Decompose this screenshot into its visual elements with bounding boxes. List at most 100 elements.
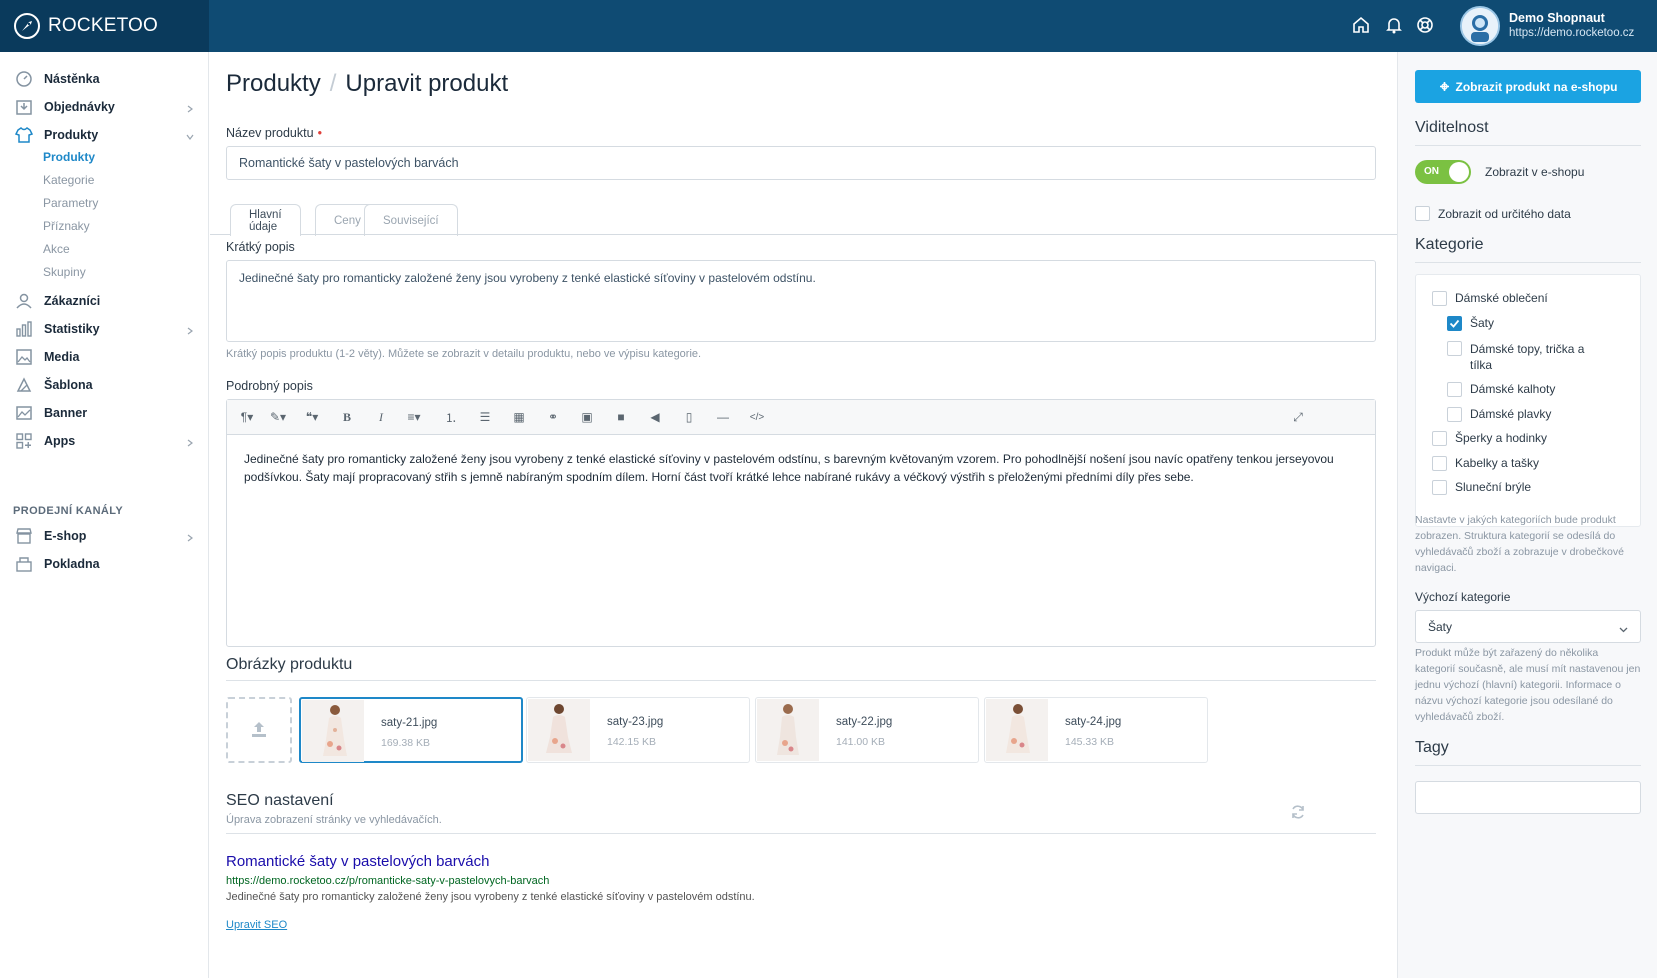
date-checkbox[interactable] — [1415, 206, 1430, 221]
logo[interactable]: ROCKETOO — [0, 0, 209, 52]
seo-divider — [226, 833, 1376, 834]
align-icon[interactable]: ≡▾ — [403, 409, 425, 425]
editor-content[interactable]: Jedinečné šaty pro romanticky založené ž… — [227, 435, 1375, 501]
sidebar-item-label: Statistiky — [44, 322, 100, 336]
image-filesize: 169.38 KB — [381, 737, 431, 749]
sidebar-sub-products[interactable]: Produkty — [43, 150, 95, 164]
sidebar-item-media[interactable]: Media — [14, 345, 194, 369]
sidebar-sub-parameters[interactable]: Parametry — [43, 196, 98, 210]
date-checkbox-label: Zobrazit od určitého data — [1438, 207, 1571, 221]
sidebar-item-apps[interactable]: Apps — [14, 429, 194, 453]
page-title: Upravit produkt — [345, 70, 509, 97]
banner-icon — [14, 403, 34, 423]
image-icon — [14, 347, 34, 367]
image-card[interactable]: saty-24.jpg 145.33 KB — [984, 697, 1208, 763]
categories-help: Nastavte v jakých kategoriích bude produ… — [1415, 514, 1624, 574]
category-checkbox[interactable] — [1432, 291, 1447, 306]
visibility-toggle[interactable]: ON — [1415, 160, 1471, 184]
rich-text-editor[interactable]: ¶▾ ✎▾ ❝▾ B I ≡▾ ⒈ ☰ ▦ ⚭ ▣ ■ ◀ ▯ — </> ⤢ … — [226, 399, 1376, 647]
category-checkbox[interactable] — [1447, 382, 1462, 397]
file-icon[interactable]: ▯ — [680, 409, 698, 425]
breadcrumb-parent[interactable]: Produkty — [226, 70, 321, 97]
link-icon[interactable]: ⚭ — [544, 409, 562, 425]
unordered-list-icon[interactable]: ☰ — [476, 409, 494, 425]
image-filesize: 142.15 KB — [607, 736, 657, 748]
toggle-text: Zobrazit v e-shopu — [1485, 165, 1585, 179]
chart-icon — [14, 319, 34, 339]
logo-text: ROCKETOO — [48, 15, 158, 36]
image-card[interactable]: saty-22.jpg 141.00 KB — [755, 697, 979, 763]
breadcrumb: Produkty / Upravit produkt — [226, 70, 508, 98]
ordered-list-icon[interactable]: ⒈ — [442, 409, 460, 425]
sidebar-item-banner[interactable]: Banner — [14, 401, 194, 425]
sidebar-item-eshop[interactable]: E-shop — [14, 524, 194, 548]
fullscreen-icon[interactable]: ⤢ — [1289, 409, 1307, 425]
sidebar-item-label: Banner — [44, 406, 88, 420]
video-icon[interactable]: ■ — [612, 409, 630, 425]
sidebar-item-template[interactable]: Šablona — [14, 373, 194, 397]
image-card[interactable]: saty-23.jpg 142.15 KB — [526, 697, 750, 763]
long-desc-label: Podrobný popis — [226, 379, 313, 393]
category-checkbox[interactable] — [1447, 341, 1462, 356]
bell-icon[interactable] — [1385, 16, 1405, 36]
table-icon[interactable]: ▦ — [510, 409, 528, 425]
magic-wand-icon[interactable]: ✎▾ — [267, 409, 289, 425]
upload-icon — [249, 720, 269, 741]
category-checkbox[interactable] — [1447, 316, 1462, 331]
upload-button[interactable] — [226, 697, 292, 763]
italic-icon[interactable]: I — [372, 409, 390, 425]
short-desc-help: Krátký popis produktu (1-2 věty). Můžete… — [226, 348, 702, 360]
toggle-on-label: ON — [1424, 166, 1439, 177]
sidebar-item-register[interactable]: Pokladna — [14, 552, 194, 576]
sidebar-item-customers[interactable]: Zákazníci — [14, 289, 194, 313]
sidebar-item-orders[interactable]: Objednávky — [14, 95, 194, 119]
audio-icon[interactable]: ◀ — [646, 409, 664, 425]
image-card[interactable]: saty-21.jpg 169.38 KB — [299, 697, 523, 763]
code-icon[interactable]: </> — [748, 409, 766, 425]
show-on-eshop-button[interactable]: Zobrazit produkt na e-shopu — [1415, 70, 1641, 103]
sidebar-item-statistics[interactable]: Statistiky — [14, 317, 194, 341]
product-name-input[interactable]: Romantické šaty v pastelových barvách — [226, 146, 1376, 180]
category-label: Kabelky a tašky — [1455, 456, 1540, 470]
home-icon[interactable] — [1352, 16, 1372, 36]
category-checkbox[interactable] — [1432, 456, 1447, 471]
refresh-icon[interactable] — [1290, 804, 1306, 823]
category-checkbox[interactable] — [1447, 407, 1462, 422]
paragraph-icon[interactable]: ¶▾ — [236, 409, 258, 425]
category-label: Dámské oblečení — [1455, 291, 1548, 305]
image-insert-icon[interactable]: ▣ — [578, 409, 596, 425]
bold-icon[interactable]: B — [338, 409, 356, 425]
tab-main[interactable]: Hlavní údaje — [230, 204, 301, 236]
seo-edit-link[interactable]: Upravit SEO — [226, 919, 287, 931]
user-name[interactable]: Demo Shopnaut — [1509, 11, 1605, 25]
sidebar-sub-categories[interactable]: Kategorie — [43, 173, 94, 187]
category-label: Sluneční brýle — [1455, 480, 1532, 494]
product-thumbnail — [757, 699, 819, 761]
check-icon — [1449, 319, 1460, 328]
sidebar-item-products[interactable]: Produkty — [14, 123, 194, 147]
sidebar-item-label: Produkty — [44, 128, 99, 142]
tags-input[interactable] — [1415, 781, 1641, 814]
avatar[interactable] — [1460, 6, 1500, 46]
image-filename: saty-22.jpg — [836, 716, 893, 728]
sidebar: Nástěnka Objednávky Produkty Produkty Ka… — [0, 52, 209, 978]
tags-title: Tagy — [1415, 739, 1449, 756]
chevron-right-icon — [186, 101, 194, 113]
sidebar-item-dashboard[interactable]: Nástěnka — [14, 67, 194, 91]
visibility-divider — [1415, 145, 1641, 146]
help-wheel-icon[interactable] — [1416, 16, 1436, 36]
short-desc-textarea[interactable]: Jedinečné šaty pro romanticky založené ž… — [226, 260, 1376, 342]
seo-preview-url: https://demo.rocketoo.cz/p/romanticke-sa… — [226, 875, 550, 887]
sidebar-item-label: Pokladna — [44, 557, 100, 571]
sidebar-sub-groups[interactable]: Skupiny — [43, 265, 86, 279]
short-desc-label: Krátký popis — [226, 240, 295, 254]
quote-icon[interactable]: ❝▾ — [301, 409, 323, 425]
horizontal-rule-icon[interactable]: — — [714, 409, 732, 425]
category-checkbox[interactable] — [1432, 431, 1447, 446]
top-bar: ROCKETOO Demo Shopnaut https://demo.rock… — [0, 0, 1657, 52]
tab-related[interactable]: Související — [364, 204, 458, 236]
sidebar-sub-promotions[interactable]: Akce — [43, 242, 70, 256]
category-checkbox[interactable] — [1432, 480, 1447, 495]
sidebar-sub-flags[interactable]: Příznaky — [43, 219, 90, 233]
default-category-select[interactable]: Šaty — [1415, 610, 1641, 643]
